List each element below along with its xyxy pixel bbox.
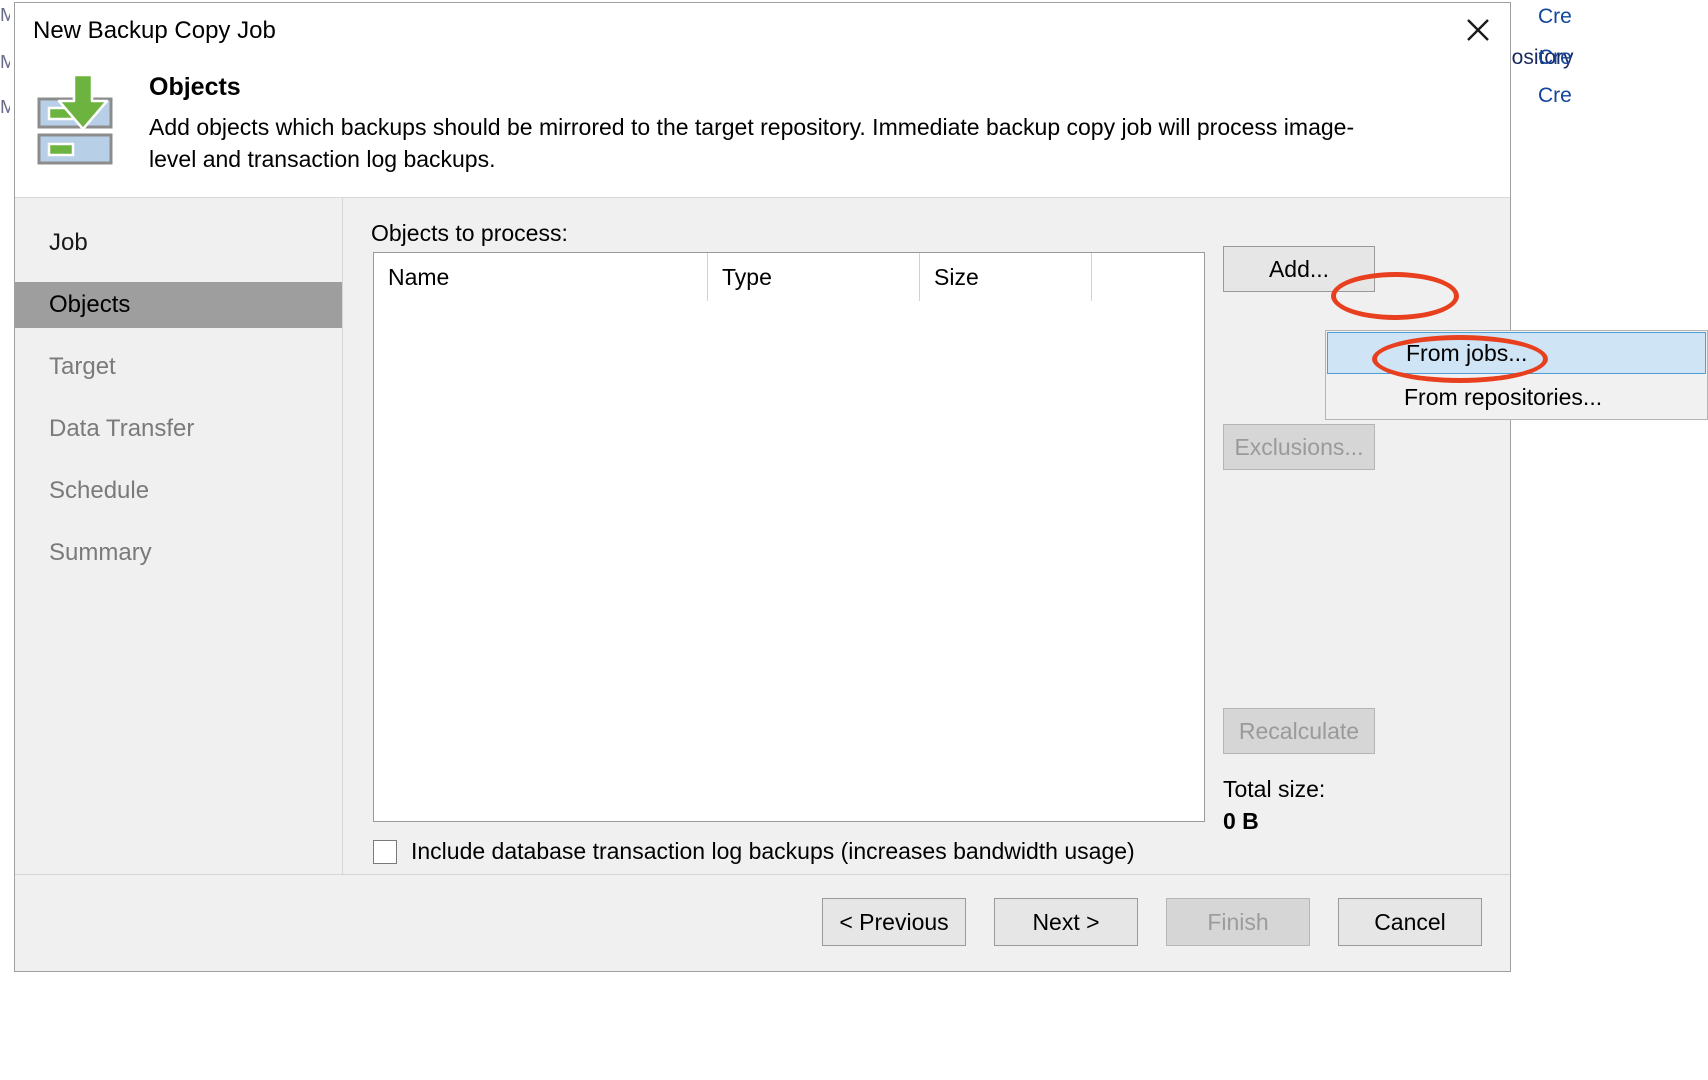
sidebar-item-label: Objects bbox=[49, 291, 131, 318]
sidebar-item-target-wrap bbox=[15, 198, 342, 244]
page-description: Add objects which backups should be mirr… bbox=[149, 114, 1355, 172]
background-fragment: M bbox=[0, 100, 10, 115]
objects-table-body[interactable] bbox=[374, 301, 1204, 821]
sidebar-item-objects[interactable]: Objects bbox=[15, 282, 342, 328]
menu-item-from-repositories[interactable]: From repositories... bbox=[1326, 375, 1707, 419]
next-button[interactable]: Next > bbox=[994, 898, 1138, 946]
sidebar-item-data-transfer[interactable]: Data Transfer bbox=[15, 406, 342, 452]
page-title: Objects bbox=[149, 73, 241, 101]
menu-item-from-jobs[interactable]: From jobs... bbox=[1327, 332, 1706, 374]
checkbox-label: Include database transaction log backups… bbox=[411, 838, 1135, 864]
sidebar-item-label: Target bbox=[49, 353, 116, 380]
recalculate-button: Recalculate bbox=[1223, 708, 1375, 754]
sidebar-item-target[interactable]: Target bbox=[15, 344, 342, 390]
column-header-spacer bbox=[1091, 253, 1204, 301]
objects-to-process-label: Objects to process: bbox=[371, 220, 568, 246]
sidebar-item-label: Data Transfer bbox=[49, 415, 195, 442]
exclusions-button: Exclusions... bbox=[1223, 424, 1375, 470]
wizard-step-sidebar: Job Objects Target Data Transfer Schedul… bbox=[15, 198, 343, 876]
add-dropdown-menu: From jobs... From repositories... bbox=[1325, 330, 1708, 420]
backup-copy-objects-icon bbox=[33, 73, 127, 167]
sidebar-item-label: Summary bbox=[49, 539, 152, 566]
background-create-link-3[interactable]: Cre bbox=[1538, 84, 1572, 108]
total-size-value: 0 B bbox=[1223, 808, 1259, 834]
dialog-title: New Backup Copy Job bbox=[33, 17, 276, 44]
background-create-link-2[interactable]: Cre bbox=[1538, 46, 1572, 70]
sidebar-item-label: Schedule bbox=[49, 477, 150, 504]
column-header-type[interactable]: Type bbox=[707, 253, 919, 301]
background-right-panel: pository Cre Cre Cre bbox=[1495, 0, 1708, 1080]
objects-pane: Objects to process: Name Type Size Inclu… bbox=[343, 198, 1510, 876]
include-transaction-logs-checkbox[interactable]: Include database transaction log backups… bbox=[373, 838, 1135, 865]
dialog-header: Objects Add objects which backups should… bbox=[15, 61, 1510, 198]
background-fragment: M bbox=[0, 8, 10, 23]
previous-button[interactable]: < Previous bbox=[822, 898, 966, 946]
total-size-label: Total size: bbox=[1223, 776, 1326, 802]
finish-button: Finish bbox=[1166, 898, 1310, 946]
objects-table[interactable]: Name Type Size bbox=[373, 252, 1205, 822]
background-create-link-1[interactable]: Cre bbox=[1538, 5, 1572, 29]
dialog-footer: < Previous Next > Finish Cancel bbox=[15, 874, 1510, 971]
cancel-button[interactable]: Cancel bbox=[1338, 898, 1482, 946]
background-fragment: M bbox=[0, 55, 10, 70]
close-icon[interactable] bbox=[1446, 3, 1510, 57]
dialog-titlebar: New Backup Copy Job bbox=[15, 3, 1510, 61]
background-left-fragments: M M M bbox=[0, 0, 12, 1080]
sidebar-item-schedule[interactable]: Schedule bbox=[15, 468, 342, 514]
objects-table-header: Name Type Size bbox=[374, 253, 1204, 302]
sidebar-item-summary[interactable]: Summary bbox=[15, 530, 342, 576]
column-header-size[interactable]: Size bbox=[919, 253, 1091, 301]
new-backup-copy-job-dialog: New Backup Copy Job Objects Add objects … bbox=[14, 2, 1511, 972]
dialog-body: Job Objects Target Data Transfer Schedul… bbox=[15, 198, 1510, 876]
add-button[interactable]: Add... bbox=[1223, 246, 1375, 292]
column-header-name[interactable]: Name bbox=[374, 253, 707, 301]
checkbox-box[interactable] bbox=[373, 839, 397, 864]
